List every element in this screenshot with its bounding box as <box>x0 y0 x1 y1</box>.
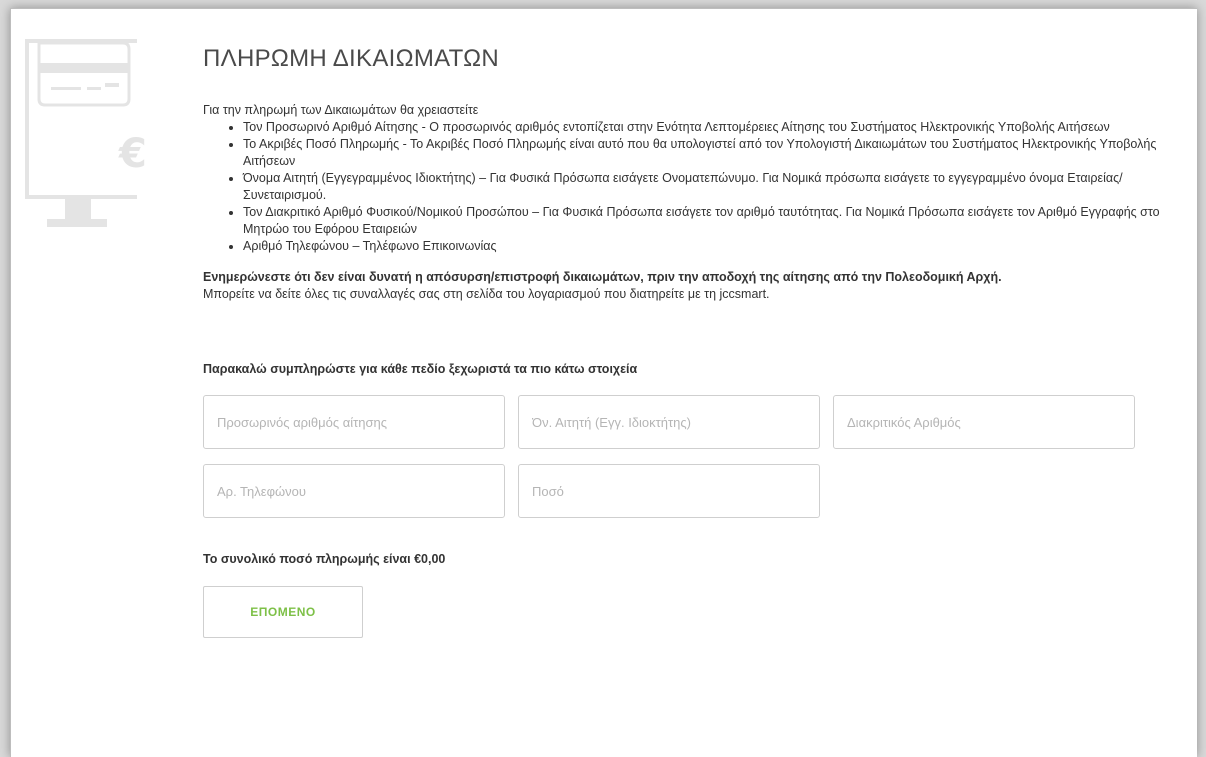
applicant-name-input[interactable] <box>518 395 820 449</box>
svg-text:€: € <box>118 131 147 177</box>
id-number-input[interactable] <box>833 395 1135 449</box>
payment-card: € ΠΛΗΡΩΜΗ ΔΙΚΑΙΩΜΑΤΩΝ Για την πληρωμή τω… <box>10 8 1197 757</box>
amount-input[interactable] <box>518 464 820 518</box>
requirements-list: Τον Προσωρινό Αριθμό Αίτησης - Ο προσωρι… <box>203 119 1163 255</box>
form-title: Παρακαλώ συμπληρώστε για κάθε πεδίο ξεχω… <box>203 362 638 376</box>
transactions-note: Μπορείτε να δείτε όλες τις συναλλαγές σα… <box>203 287 770 301</box>
intro-text: Για την πληρωμή των Δικαιωμάτων θα χρεια… <box>203 103 479 117</box>
total-amount-text: Το συνολικό ποσό πληρωμής είναι €0,00 <box>203 552 446 566</box>
phone-input[interactable] <box>203 464 505 518</box>
list-item: Το Ακριβές Ποσό Πληρωμής - Το Ακριβές Πο… <box>243 136 1163 170</box>
list-item: Αριθμό Τηλεφώνου – Τηλέφωνο Επικοινωνίας <box>243 238 1163 255</box>
list-item: Τον Διακριτικό Αριθμό Φυσικού/Νομικού Πρ… <box>243 204 1163 238</box>
form-row-2 <box>203 464 1163 518</box>
refund-notice: Ενημερώνεστε ότι δεν είναι δυνατή η απόσ… <box>203 269 1163 303</box>
refund-warning: Ενημερώνεστε ότι δεν είναι δυνατή η απόσ… <box>203 270 1002 284</box>
form-row-1 <box>203 395 1163 449</box>
application-number-input[interactable] <box>203 395 505 449</box>
computer-payment-euro-icon: € <box>25 39 160 244</box>
list-item: Τον Προσωρινό Αριθμό Αίτησης - Ο προσωρι… <box>243 119 1163 136</box>
next-button[interactable]: ΕΠΟΜΕΝΟ <box>203 586 363 638</box>
list-item: Όνομα Αιτητή (Εγγεγραμμένος Ιδιοκτήτης) … <box>243 170 1163 204</box>
page-title: ΠΛΗΡΩΜΗ ΔΙΚΑΙΩΜΑΤΩΝ <box>203 45 500 72</box>
